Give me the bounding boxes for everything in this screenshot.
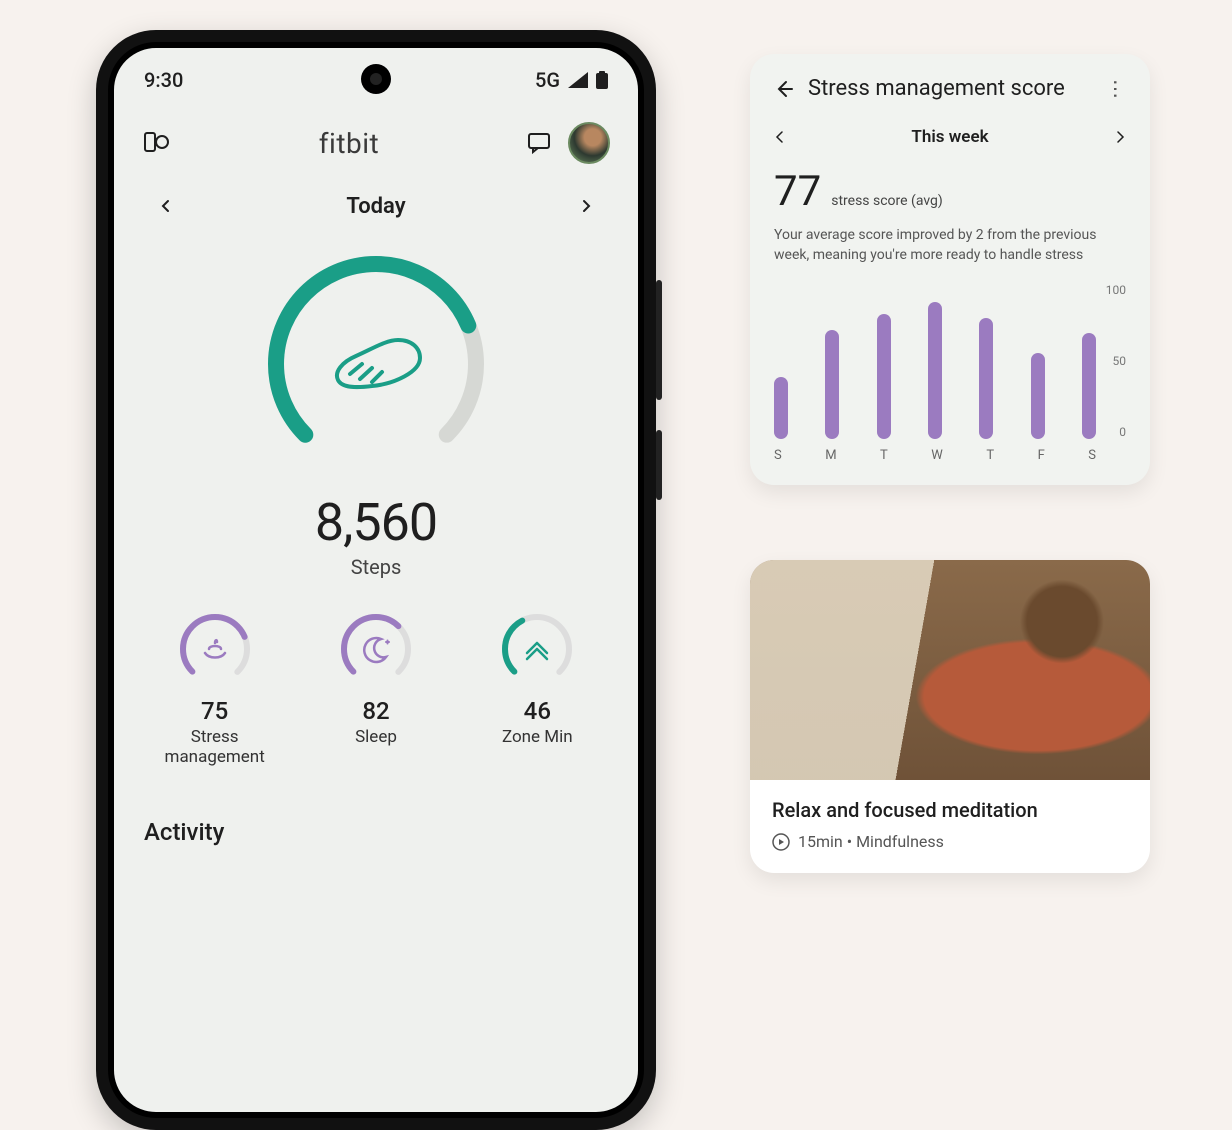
camera-notch xyxy=(361,64,391,94)
x-tick: T xyxy=(986,448,994,463)
zone-icon xyxy=(527,643,547,659)
week-navigator: This week xyxy=(774,127,1126,147)
stat-zone[interactable]: 46 Zone Min xyxy=(467,609,607,768)
week-label: This week xyxy=(911,127,988,147)
sleep-value: 82 xyxy=(362,697,389,725)
messages-icon[interactable] xyxy=(526,130,552,156)
stress-description: Your average score improved by 2 from th… xyxy=(774,226,1126,265)
bar-T xyxy=(979,318,993,440)
x-tick: W xyxy=(931,448,943,463)
more-icon[interactable]: ⋯ xyxy=(1104,79,1128,99)
phone-power-button xyxy=(656,430,662,500)
week-prev[interactable] xyxy=(774,131,786,143)
relax-icon xyxy=(205,640,225,657)
stress-bar-chart: 100 50 0 S M T W T F S xyxy=(774,283,1126,463)
battery-icon xyxy=(596,71,608,89)
date-next[interactable] xyxy=(572,192,600,220)
chart-x-axis: SMTWTFS xyxy=(774,448,1096,463)
stress-value: 75 xyxy=(201,697,228,725)
zone-label: Zone Min xyxy=(502,727,573,747)
x-tick: T xyxy=(880,448,888,463)
stat-stress[interactable]: 75 Stress management xyxy=(145,609,285,768)
date-navigator: Today xyxy=(114,184,638,234)
devices-icon[interactable] xyxy=(142,128,172,158)
date-label: Today xyxy=(346,194,405,219)
x-tick: F xyxy=(1038,448,1045,463)
bar-M xyxy=(825,330,839,439)
status-time: 9:30 xyxy=(144,68,183,92)
x-tick: M xyxy=(825,448,836,463)
stress-label: Stress management xyxy=(145,727,285,768)
steps-label: Steps xyxy=(351,555,402,579)
section-activity-title: Activity xyxy=(114,778,638,846)
mini-stats-row: 75 Stress management 82 Sleep xyxy=(114,579,638,778)
x-tick: S xyxy=(774,448,782,463)
moon-icon xyxy=(364,638,389,662)
stat-sleep[interactable]: 82 Sleep xyxy=(306,609,446,768)
steps-ring[interactable]: 8,560 Steps xyxy=(114,234,638,579)
play-icon[interactable] xyxy=(772,833,790,851)
avatar[interactable] xyxy=(568,122,610,164)
x-tick: S xyxy=(1088,448,1096,463)
zone-ring xyxy=(497,609,577,689)
meditation-card[interactable]: Relax and focused meditation 15min • Min… xyxy=(750,560,1150,873)
bar-W xyxy=(928,302,942,439)
y-tick-0: 0 xyxy=(1106,425,1126,439)
shoe-icon xyxy=(337,340,420,387)
chart-y-axis: 100 50 0 xyxy=(1106,283,1126,439)
bar-S xyxy=(774,377,788,439)
network-label: 5G xyxy=(535,68,560,92)
stress-card: Stress management score ⋯ This week 77 s… xyxy=(750,54,1150,485)
phone-screen: 9:30 5G fitbit xyxy=(108,42,644,1118)
bar-T xyxy=(877,314,891,439)
stress-ring xyxy=(175,609,255,689)
stress-score: 77 xyxy=(774,167,821,216)
brand-logo: fitbit xyxy=(319,127,379,160)
phone-frame: 9:30 5G fitbit xyxy=(96,30,656,1130)
steps-progress-ring xyxy=(256,244,496,484)
meditation-image xyxy=(750,560,1150,780)
meditation-meta: 15min • Mindfulness xyxy=(798,832,944,851)
sleep-ring xyxy=(336,609,416,689)
zone-value: 46 xyxy=(524,697,551,725)
phone-volume-button xyxy=(656,280,662,400)
bar-S xyxy=(1082,333,1096,439)
y-tick-100: 100 xyxy=(1106,283,1126,297)
bar-F xyxy=(1031,353,1045,439)
y-tick-50: 50 xyxy=(1106,354,1126,368)
sleep-label: Sleep xyxy=(355,727,397,747)
back-icon[interactable] xyxy=(774,79,794,99)
date-prev[interactable] xyxy=(152,192,180,220)
signal-icon xyxy=(568,72,588,88)
meditation-title: Relax and focused meditation xyxy=(772,798,1128,822)
app-header: fitbit xyxy=(114,102,638,184)
steps-value: 8,560 xyxy=(315,492,437,553)
stress-card-title: Stress management score xyxy=(808,76,1092,101)
week-next[interactable] xyxy=(1114,131,1126,143)
stress-score-label: stress score (avg) xyxy=(831,193,943,209)
